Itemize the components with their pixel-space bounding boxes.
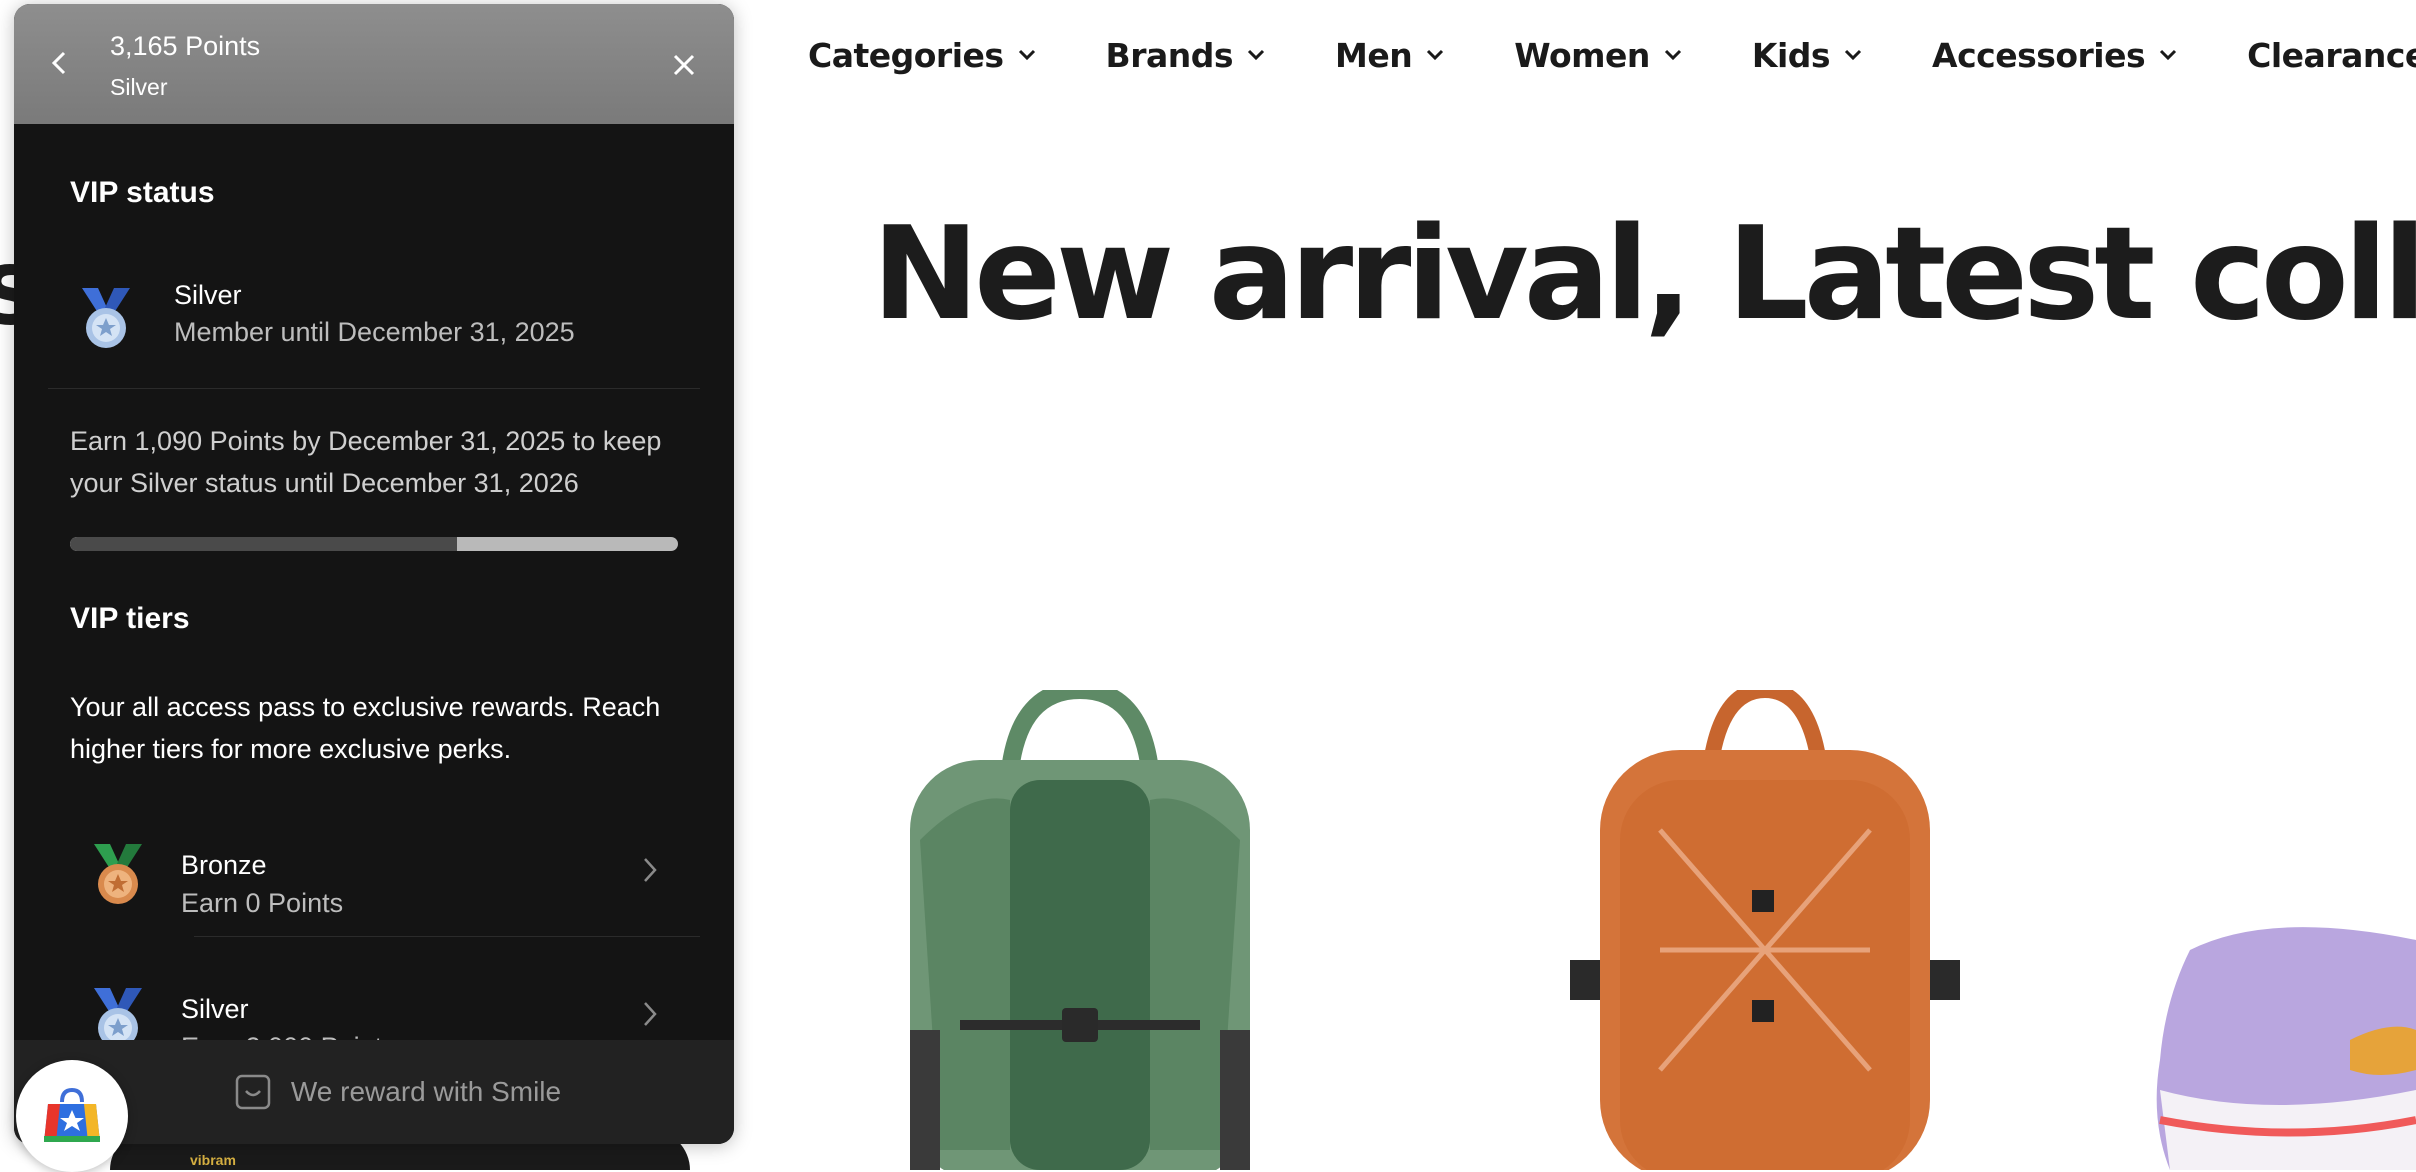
chevron-down-icon: [1664, 49, 1682, 61]
bronze-medal-icon: [90, 844, 146, 913]
vip-status-expiry: Member until December 31, 2025: [174, 317, 575, 347]
chevron-right-icon: [642, 1000, 658, 1033]
nav-brands[interactable]: Brands: [1106, 36, 1265, 75]
green-backpack-image: [910, 680, 1250, 1170]
chevron-down-icon: [1426, 49, 1444, 61]
tier-row-silver[interactable]: Silver Earn 2,000 Points: [14, 958, 734, 1042]
nav-men[interactable]: Men: [1335, 36, 1444, 75]
divider: [48, 388, 700, 389]
chevron-left-icon: [51, 51, 66, 75]
tier-progress-fill: [70, 537, 457, 551]
tier-progress-bar: [70, 537, 678, 551]
footer-text: We reward with Smile: [290, 1076, 562, 1107]
main-nav: Categories Brands Men Women Kids Accesso…: [808, 28, 2416, 82]
nav-label: Clearance: [2247, 35, 2416, 75]
nav-label: Brands: [1105, 35, 1234, 75]
purple-shoe-image: [2156, 927, 2416, 1170]
nav-clearance[interactable]: Clearance: [2247, 36, 2416, 75]
nav-label: Kids: [1751, 35, 1831, 75]
silver-medal-icon: [90, 988, 146, 1042]
hero-title: New arrival, Latest collection,: [872, 200, 2416, 349]
nav-accessories[interactable]: Accessories: [1932, 36, 2177, 75]
close-icon: [673, 54, 695, 76]
smile-logo-icon: [235, 1074, 271, 1110]
panel-scroll-area[interactable]: VIP status Silver Member until December …: [14, 124, 734, 1042]
chevron-down-icon: [1018, 49, 1036, 61]
nav-label: Women: [1514, 35, 1650, 75]
tier-name: Bronze: [181, 850, 267, 880]
nav-label: Accessories: [1932, 35, 2146, 75]
nav-label: Categories: [808, 35, 1004, 75]
shoe-brand-label: vibram: [190, 1152, 236, 1168]
tier-row-bronze[interactable]: Bronze Earn 0 Points: [14, 814, 734, 954]
product-green-backpack[interactable]: [890, 680, 1270, 1170]
smile-branding-link[interactable]: We reward with Smile: [235, 1074, 561, 1110]
vip-tiers-title: VIP tiers: [70, 602, 190, 635]
nav-categories[interactable]: Categories: [808, 36, 1036, 75]
chevron-down-icon: [1247, 49, 1265, 61]
product-purple-shoe[interactable]: [2150, 920, 2416, 1170]
tier-requirement: Earn 0 Points: [181, 888, 344, 918]
chevron-down-icon: [1844, 49, 1862, 61]
nav-women[interactable]: Women: [1514, 36, 1682, 75]
current-tier-label: Silver: [110, 74, 168, 100]
earn-to-keep-message: Earn 1,090 Points by December 31, 2025 t…: [70, 426, 662, 498]
panel-header: 3,165 Points Silver: [14, 4, 734, 124]
divider: [194, 936, 700, 937]
back-button[interactable]: [44, 48, 74, 78]
shopping-bag-star-icon: [44, 1087, 100, 1142]
silver-medal-icon: [78, 288, 134, 357]
vip-status-title: VIP status: [70, 176, 215, 209]
rewards-launcher-button[interactable]: [16, 1060, 128, 1172]
nav-label: Men: [1335, 35, 1413, 75]
vip-tiers-description: Your all access pass to exclusive reward…: [70, 692, 661, 764]
tier-name: Silver: [181, 994, 249, 1024]
vip-status-tier: Silver: [174, 280, 242, 310]
chevron-down-icon: [2159, 49, 2177, 61]
close-button[interactable]: [669, 50, 699, 80]
chevron-right-icon: [642, 856, 658, 889]
orange-backpack-image: [1570, 681, 1960, 1170]
points-balance: 3,165 Points: [110, 31, 261, 61]
product-orange-backpack[interactable]: [1560, 681, 1970, 1170]
rewards-panel: 3,165 Points Silver VIP status Silver Me…: [14, 4, 734, 1144]
nav-kids[interactable]: Kids: [1752, 36, 1862, 75]
